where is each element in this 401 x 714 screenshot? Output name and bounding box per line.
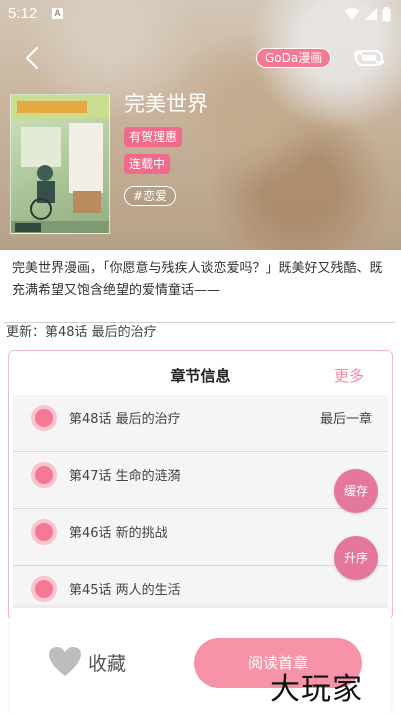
cache-button[interactable]: 缓存 — [334, 469, 378, 513]
status-bar: 5:12 A — [0, 0, 401, 28]
divider — [4, 322, 395, 323]
chapter-badge: 最后一章 — [319, 412, 372, 427]
switch-source-icon[interactable] — [352, 46, 386, 70]
heart-icon — [49, 647, 81, 676]
battery-icon — [382, 6, 391, 21]
chapter-row[interactable]: 第47话 生命的涟漪 — [13, 452, 388, 509]
status-icons — [344, 6, 391, 22]
source-badge[interactable]: GoDa漫画 — [256, 48, 332, 68]
status-time: 5:12 — [8, 5, 38, 22]
comic-description: 完美世界漫画，「你愿意与残疾人谈恋爱吗？」既美好又残酷、既充满希望又饱含绝望的爱… — [12, 261, 383, 298]
genre-tag[interactable]: #恋爱 — [124, 186, 177, 206]
chapter-card-header: 章节信息 更多 — [9, 351, 392, 395]
notification-icon: A — [52, 8, 63, 19]
sort-order-button[interactable]: 升序 — [334, 536, 378, 580]
chapter-name: 第45话 两人的生活 — [69, 583, 181, 598]
chapter-row[interactable]: 第46话 新的挑战 — [13, 509, 388, 566]
watermark: 大玩家 — [270, 672, 363, 707]
cover-art — [11, 95, 109, 233]
chapter-dot-icon — [31, 576, 57, 602]
chapter-row[interactable]: 第48话 最后的治疗 最后一章 — [13, 395, 388, 452]
chapter-name: 第46话 新的挑战 — [69, 526, 168, 541]
chapter-name: 第48话 最后的治疗 — [69, 412, 181, 427]
back-arrow-icon[interactable] — [18, 44, 46, 72]
chapter-name: 第47话 生命的涟漪 — [69, 469, 181, 484]
author-tag[interactable]: 有贺理惠 — [124, 127, 183, 147]
favorite-label: 收藏 — [88, 652, 127, 675]
wifi-icon — [344, 8, 360, 20]
comic-title: 完美世界 — [124, 92, 208, 116]
comic-cover — [10, 94, 110, 234]
chapter-dot-icon — [31, 405, 57, 431]
status-tag: 连载中 — [124, 154, 171, 174]
signal-icon — [365, 8, 377, 20]
chapter-dot-icon — [31, 519, 57, 545]
favorite-button[interactable]: 收藏 — [48, 644, 126, 680]
more-chapters-link[interactable]: 更多 — [334, 365, 364, 386]
latest-update: 更新：第48话 最后的治疗 — [6, 325, 157, 340]
chapter-list: 第48话 最后的治疗 最后一章 第47话 生命的涟漪 第46话 新的挑战 第45… — [13, 395, 388, 619]
chapter-dot-icon — [31, 462, 57, 488]
